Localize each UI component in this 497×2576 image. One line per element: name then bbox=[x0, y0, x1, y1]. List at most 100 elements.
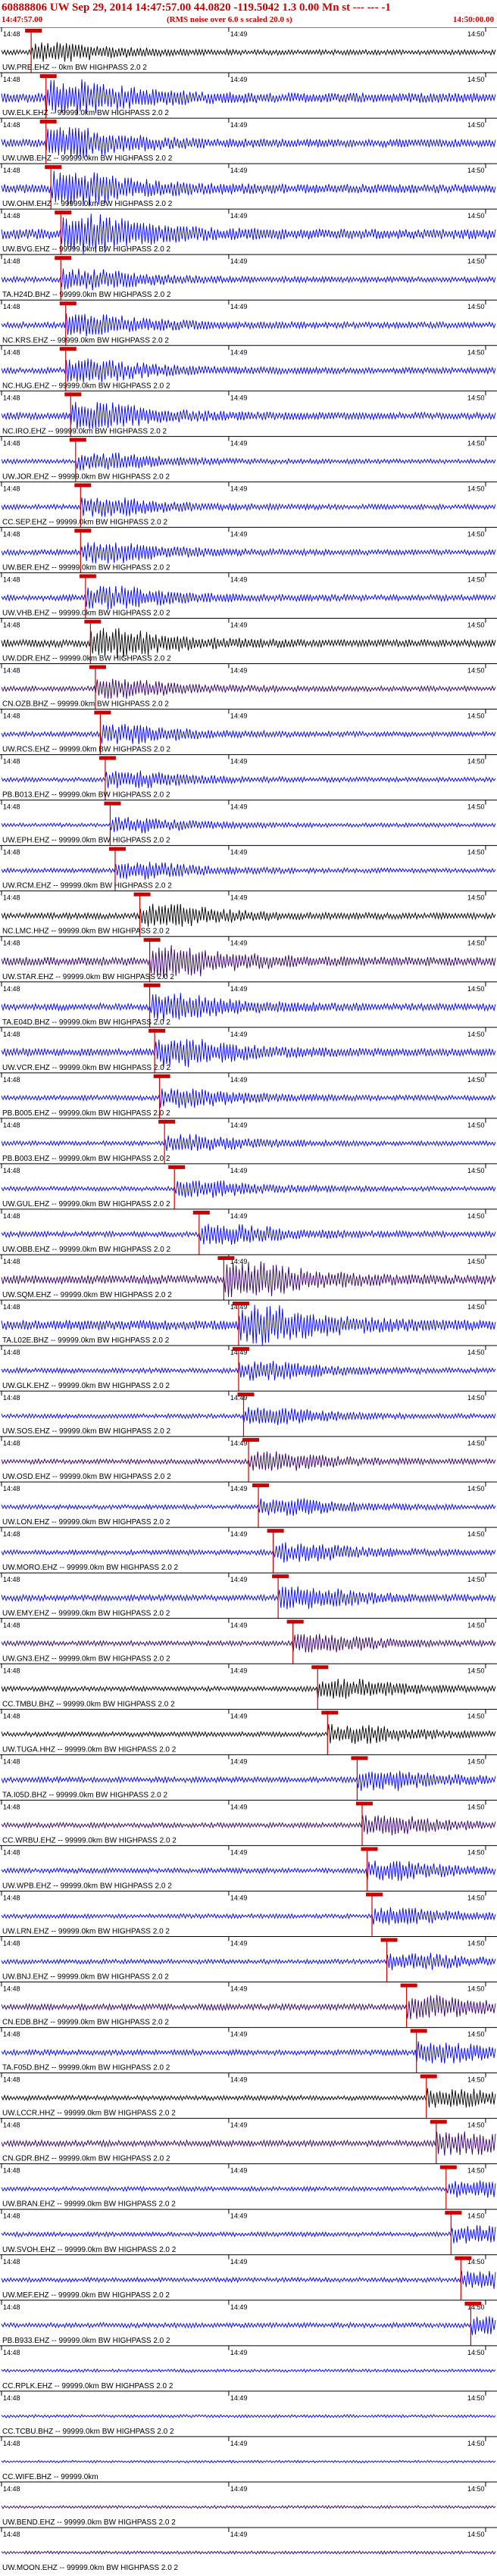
time-tick-label: 14:48 bbox=[3, 713, 20, 720]
station-label: UW.STAR.EHZ -- 99999.0km BW HIGHPASS 2.0… bbox=[2, 973, 174, 981]
pick-marker bbox=[286, 1620, 304, 1624]
trace-row: 14:48 14:49 14:50 UW.VHB.EHZ -- 99999.0km B… bbox=[0, 572, 497, 619]
station-label: CN.EDB.BHZ -- 99999.0km BW HIGHPASS 2.0 … bbox=[2, 2019, 169, 2027]
time-tick-label: 14:49 bbox=[230, 1894, 248, 1901]
station-label: CC.RPLK.EHZ -- 99999.0km BW HIGHPASS 2.0… bbox=[2, 2382, 173, 2390]
time-tick-label: 14:49 bbox=[230, 1667, 248, 1674]
station-label: TA.E04D.BHZ -- 99999.0km BW HIGHPASS 2.0… bbox=[2, 1018, 170, 1027]
time-tick-label: 14:49 bbox=[230, 167, 248, 174]
pick-marker bbox=[39, 74, 57, 79]
station-label: UW.LRN.EHZ -- 99999.0km BW HIGHPASS 2.0 … bbox=[2, 1928, 170, 1936]
time-tick-label: 14:48 bbox=[3, 1576, 20, 1583]
trace-row: 14:48 14:49 14:50 UW.BVG.EHZ -- 99999.0km B… bbox=[0, 208, 497, 255]
trace-row: 14:48 14:49 14:50 UW.OHM.EHZ -- 99999.0km B… bbox=[0, 163, 497, 210]
pick-marker bbox=[59, 347, 77, 351]
time-tick-label: 14:50 bbox=[467, 1303, 485, 1311]
time-tick-label: 14:48 bbox=[3, 1121, 20, 1129]
time-tick-label: 14:50 bbox=[467, 1439, 485, 1447]
trace-row: 14:48 14:49 14:50 CC.TCBU.BHZ -- 99999.0km … bbox=[0, 2390, 497, 2436]
waveform-trace bbox=[1, 724, 496, 744]
time-tick-label: 14:48 bbox=[3, 303, 20, 310]
waveform-trace bbox=[1, 313, 496, 337]
pick-marker bbox=[104, 801, 121, 806]
time-tick-label: 14:48 bbox=[3, 2031, 20, 2038]
trace-row: 14:48 14:49 14:50 UW.GUL.EHZ -- 99999.0km B… bbox=[0, 1163, 497, 1209]
time-tick-label: 14:49 bbox=[230, 1576, 248, 1583]
time-tick-label: 14:49 bbox=[230, 758, 248, 766]
waveform-trace bbox=[1, 1586, 496, 1610]
waveform-trace bbox=[1, 993, 496, 1021]
station-label: UW.RCS.EHZ -- 99999.0km BW HIGHPASS 2.0 … bbox=[2, 746, 171, 754]
pick-marker bbox=[464, 2301, 482, 2306]
station-label: PB.B003.EHZ -- 99999.0km BW HIGHPASS 2.0… bbox=[2, 1155, 170, 1163]
trace-row: 14:48 14:49 14:50UW.MEF.EHZ -- 99999.0km B… bbox=[0, 2254, 497, 2300]
trace-row: 14:48 14:49 14:50 UW.BER.EHZ -- 99999.0km B… bbox=[0, 526, 497, 573]
time-tick-label: 14:48 bbox=[3, 2440, 20, 2447]
pick-marker bbox=[410, 2029, 427, 2033]
time-tick-label: 14:49 bbox=[230, 2394, 248, 2402]
station-label: UW.PRE.EHZ -- 0km BW HIGHPASS 2.0 2 bbox=[2, 64, 147, 72]
time-tick-label: 14:48 bbox=[3, 667, 20, 675]
time-tick-label: 14:50 bbox=[467, 1940, 485, 1948]
time-tick-label: 14:48 bbox=[3, 2076, 20, 2084]
time-tick-label: 14:49 bbox=[230, 1212, 248, 1220]
pick-marker bbox=[74, 483, 92, 488]
time-tick-label: 14:50 bbox=[467, 212, 485, 220]
time-tick-label: 14:49 bbox=[230, 303, 248, 310]
time-tick-label: 14:49 bbox=[230, 803, 248, 811]
waveform-trace bbox=[1, 1633, 496, 1653]
pick-marker bbox=[98, 756, 116, 760]
station-label: UW.MORO.EHZ -- 99999.0km BW HIGHPASS 2.0… bbox=[2, 1564, 179, 1572]
station-label: UW.DDR.EHZ -- 99999.0km BW HIGHPASS 2.0 … bbox=[2, 655, 171, 663]
waveform-trace bbox=[1, 358, 496, 383]
pick-marker bbox=[351, 1756, 368, 1760]
time-tick-label: 14:50 bbox=[467, 940, 485, 947]
time-tick-label: 14:48 bbox=[3, 394, 20, 401]
trace-row: 14:48 14:49 14:50 CN.OZB.BHZ -- 99999.0km B… bbox=[0, 663, 497, 709]
time-tick-label: 14:48 bbox=[3, 439, 20, 447]
pick-marker bbox=[217, 1255, 235, 1260]
pick-marker bbox=[232, 1302, 249, 1305]
waveform-trace bbox=[1, 1134, 496, 1152]
station-label: UW.TUGA.HHZ -- 99999.0km BW HIGHPASS 2.0… bbox=[2, 1745, 177, 1754]
time-tick-label: 14:50 bbox=[467, 575, 485, 583]
time-tick-label: 14:48 bbox=[3, 1439, 20, 1447]
waveform-trace bbox=[1, 1994, 496, 2019]
trace-row: 14:48 14:49 14:50 UW.DDR.EHZ -- 99999.0km B… bbox=[0, 617, 497, 664]
trace-row: 14:48 14:49 14:50 UW.ELK.EHZ -- 99999.0km B… bbox=[0, 72, 497, 119]
waveform-trace bbox=[1, 1815, 496, 1835]
station-label: NC.HUG.EHZ -- 99999.0km BW HIGHPASS 2.0 … bbox=[2, 382, 170, 390]
trace-row: 14:48 14:49 14:50UW.SQM.EHZ -- 99999.0km B… bbox=[0, 1254, 497, 1300]
station-label: UW.EMY.EHZ -- 99999.0km BW HIGHPASS 2.0 … bbox=[2, 1609, 170, 1617]
time-tick-label: 14:48 bbox=[3, 212, 20, 220]
time-tick-label: 14:48 bbox=[3, 2394, 20, 2402]
station-label: UW.ELK.EHZ -- 99999.0km BW HIGHPASS 2.0 … bbox=[2, 109, 169, 117]
time-tick-label: 14:49 bbox=[230, 1167, 248, 1174]
trace-row: 14:48 14:49 14:50 UW.VCR.EHZ -- 99999.0km B… bbox=[0, 1027, 497, 1073]
time-tick-label: 14:48 bbox=[3, 758, 20, 766]
station-label: CC.WRBU.EHZ -- 99999.0km BW HIGHPASS 2.0… bbox=[2, 1836, 177, 1845]
time-tick-label: 14:48 bbox=[3, 621, 20, 628]
pick-marker bbox=[439, 2165, 457, 2169]
time-tick-label: 14:50 bbox=[467, 1394, 485, 1402]
start-time-label: 14:47:57.00 bbox=[2, 15, 43, 24]
waveform-trace bbox=[1, 1224, 496, 1245]
time-tick-label: 14:48 bbox=[3, 2213, 20, 2220]
station-label: NC.LMC.HHZ -- 99999.0km BW HIGHPASS 2.0 … bbox=[2, 928, 170, 936]
trace-row: 14:48 14:49 14:50 NC.LMC.HHZ -- 99999.0km B… bbox=[0, 890, 497, 937]
trace-row: 14:48 14:49 14:50 UW.STAR.EHZ -- 99999.0km … bbox=[0, 936, 497, 982]
time-tick-label: 14:49 bbox=[230, 1712, 248, 1720]
time-tick-label: 14:50 bbox=[467, 621, 485, 628]
time-tick-label: 14:50 bbox=[467, 1621, 485, 1629]
station-label: UW.MEF.EHZ -- 99999.0km BW HIGHPASS 2.0 … bbox=[2, 2291, 170, 2300]
station-label: UW.OSD.EHZ -- 99999.0km BW HIGHPASS 2.0 … bbox=[2, 1473, 171, 1481]
station-label: TA.I05D.BHZ -- 99999.0km BW HIGHPASS 2.0… bbox=[2, 1791, 167, 1799]
station-label: NC.IRO.EHZ -- 99999.0km BW HIGHPASS 2.0 … bbox=[2, 427, 167, 435]
station-label: UW.WPB.EHZ -- 99999.0km BW HIGHPASS 2.0 … bbox=[2, 1882, 172, 1890]
time-tick-label: 14:48 bbox=[3, 575, 20, 583]
station-label: UW.BRAN.EHZ -- 99999.0km BW HIGHPASS 2.0… bbox=[2, 2200, 176, 2209]
time-tick-label: 14:48 bbox=[3, 1031, 20, 1038]
station-label: CC.TMBU.BHZ -- 99999.0km BW HIGHPASS 2.0… bbox=[2, 1700, 175, 1708]
time-tick-label: 14:50 bbox=[467, 1258, 485, 1265]
station-label: UW.OHM.EHZ -- 99999.0km BW HIGHPASS 2.0 … bbox=[2, 200, 173, 208]
